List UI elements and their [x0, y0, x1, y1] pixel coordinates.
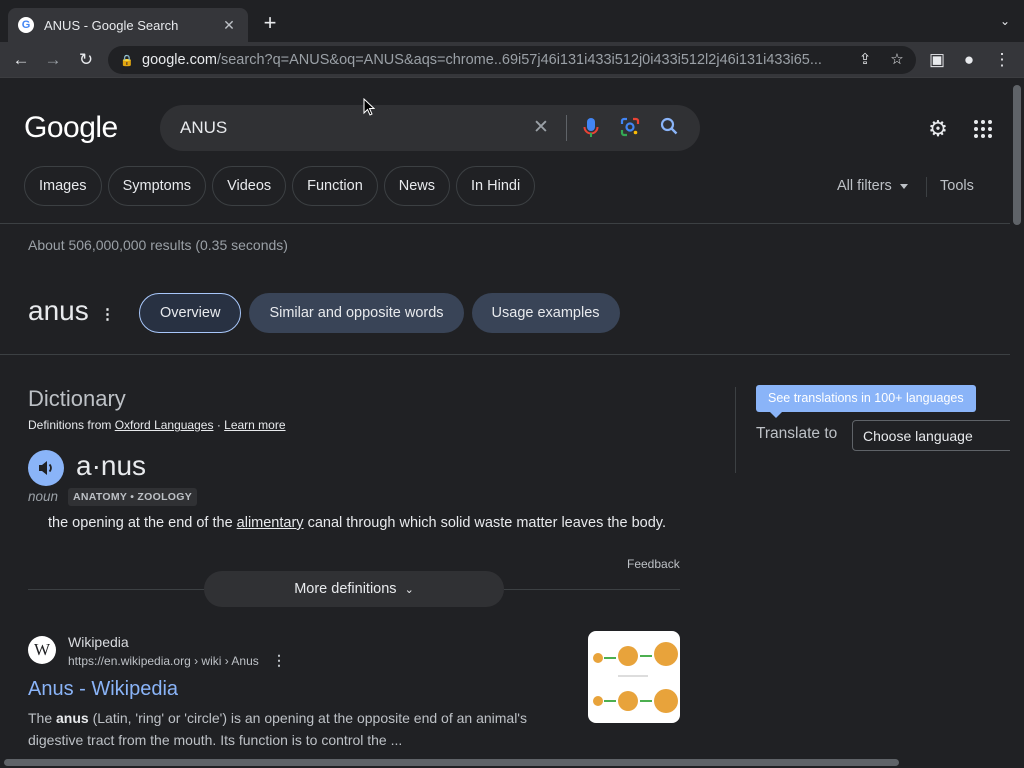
result-thumbnail[interactable]: [588, 631, 680, 723]
search-box[interactable]: ANUS ✕: [160, 105, 700, 151]
result-more-options-icon[interactable]: ⋮: [272, 652, 286, 669]
clear-icon[interactable]: ✕: [530, 117, 552, 139]
chip-news[interactable]: News: [383, 166, 451, 206]
back-arrow-icon[interactable]: ←: [10, 49, 32, 71]
dictionary-title: Dictionary: [28, 386, 126, 411]
google-logo[interactable]: Google: [24, 111, 118, 145]
wikipedia-favicon-icon: W: [28, 636, 56, 664]
vertical-scrollbar[interactable]: [1010, 79, 1024, 756]
dictionary-source-line: Definitions from Oxford Languages · Lear…: [28, 418, 286, 432]
definition-text: the opening at the end of the alimentary…: [48, 515, 666, 531]
url-text: google.com/search?q=ANUS&oq=ANUS&aqs=chr…: [142, 52, 822, 68]
divider: [504, 589, 680, 590]
google-apps-icon[interactable]: [974, 120, 992, 138]
search-icon[interactable]: [658, 117, 680, 139]
lens-camera-icon[interactable]: [619, 117, 641, 139]
address-bar[interactable]: 🔒 google.com/search?q=ANUS&oq=ANUS&aqs=c…: [108, 46, 916, 74]
translate-to-label: Translate to: [756, 425, 838, 442]
pronunciation-speaker-icon[interactable]: [28, 450, 64, 486]
learn-more-link[interactable]: Learn more: [224, 418, 285, 432]
divider: [0, 223, 1010, 224]
word-panel-tabs: Overview Similar and opposite words Usag…: [139, 293, 620, 333]
alimentary-link[interactable]: alimentary: [237, 515, 304, 531]
microphone-icon[interactable]: [580, 117, 602, 139]
tab-usage-examples[interactable]: Usage examples: [471, 293, 620, 333]
chip-in-hindi[interactable]: In Hindi: [456, 166, 536, 206]
search-divider: [566, 115, 567, 141]
word-heading: anus: [28, 295, 89, 326]
feedback-link[interactable]: Feedback: [627, 557, 680, 571]
part-of-speech: noun: [28, 489, 59, 504]
horizontal-scrollbar[interactable]: [0, 756, 1024, 768]
result-stats: About 506,000,000 results (0.35 seconds): [28, 237, 288, 253]
new-tab-icon[interactable]: +: [258, 12, 282, 36]
forward-arrow-icon[interactable]: →: [42, 49, 64, 71]
subject-tag: ANATOMY • ZOOLOGY: [68, 488, 198, 506]
close-tab-icon[interactable]: ✕: [220, 17, 238, 34]
chip-images[interactable]: Images: [24, 166, 102, 206]
search-input[interactable]: ANUS: [180, 118, 227, 138]
chip-videos[interactable]: Videos: [212, 166, 287, 206]
share-icon[interactable]: ⇪: [854, 49, 876, 71]
more-options-icon[interactable]: ⋮: [100, 305, 115, 323]
chevron-down-icon: ⌄: [404, 583, 414, 596]
oxford-languages-link[interactable]: Oxford Languages: [115, 418, 214, 432]
filters-divider: [926, 177, 927, 197]
tab-search-chevron-icon[interactable]: ⌄: [1000, 14, 1010, 28]
tab-title: ANUS - Google Search: [44, 17, 179, 33]
settings-gear-icon[interactable]: ⚙: [926, 117, 950, 141]
browser-toolbar: ← → ↻ 🔒 google.com/search?q=ANUS&oq=ANUS…: [0, 42, 1024, 78]
profile-icon[interactable]: ●: [958, 49, 980, 71]
scrollbar-thumb[interactable]: [1013, 85, 1021, 225]
see-translations-button[interactable]: See translations in 100+ languages: [756, 385, 976, 418]
search-results-page: Google ANUS ✕ ⚙ Images Symptoms Videos F…: [0, 79, 1010, 756]
tab-overview[interactable]: Overview: [139, 293, 242, 333]
caret-down-icon: [899, 183, 908, 189]
result-title-link[interactable]: Anus - Wikipedia: [28, 678, 178, 701]
google-favicon-icon: G: [18, 17, 34, 33]
more-definitions-button[interactable]: More definitions ⌄: [204, 571, 504, 607]
bookmark-star-icon[interactable]: ☆: [886, 49, 908, 71]
mouse-cursor-icon: [363, 98, 375, 116]
reload-icon[interactable]: ↻: [75, 49, 97, 71]
tools-button[interactable]: Tools: [940, 178, 974, 194]
result-site-name[interactable]: Wikipedia: [68, 634, 129, 650]
side-panel-icon[interactable]: ▣: [926, 49, 948, 71]
tab-bar: G ANUS - Google Search ✕ + ⌄: [0, 0, 1024, 42]
search-filter-chips: Images Symptoms Videos Function News In …: [24, 166, 536, 206]
headword: a·nus: [76, 450, 147, 481]
tab-similar-opposite[interactable]: Similar and opposite words: [249, 293, 464, 333]
divider: [28, 589, 204, 590]
chip-function[interactable]: Function: [292, 166, 378, 206]
result-snippet: The anus (Latin, 'ring' or 'circle') is …: [28, 710, 527, 748]
language-select[interactable]: Choose language: [852, 420, 1010, 451]
browser-tab[interactable]: G ANUS - Google Search ✕: [8, 8, 248, 42]
divider: [735, 387, 736, 473]
all-filters-button[interactable]: All filters: [837, 178, 908, 194]
divider: [0, 354, 1010, 355]
lock-icon[interactable]: 🔒: [120, 54, 136, 67]
scrollbar-thumb[interactable]: [4, 759, 899, 766]
result-url[interactable]: https://en.wikipedia.org › wiki › Anus: [68, 654, 259, 668]
chip-symptoms[interactable]: Symptoms: [107, 166, 207, 206]
browser-menu-icon[interactable]: ⋮: [991, 49, 1013, 71]
